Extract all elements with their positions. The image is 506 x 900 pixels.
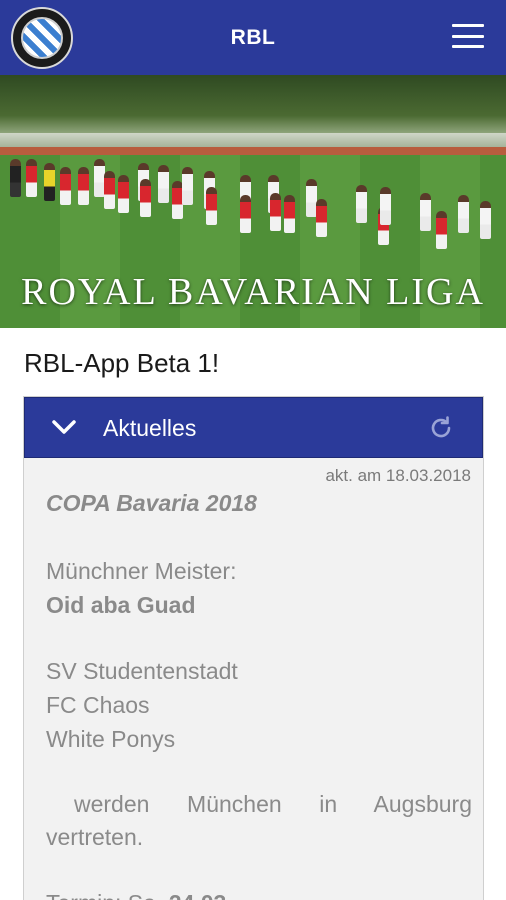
- refresh-icon[interactable]: [428, 415, 454, 441]
- hero-fence: [0, 133, 506, 147]
- player-figure: [458, 195, 469, 233]
- menu-bar: [452, 34, 484, 38]
- player-figure: [436, 211, 447, 249]
- menu-bar: [452, 24, 484, 27]
- player-figure: [118, 175, 129, 213]
- player-figure: [158, 165, 169, 203]
- hero-trees: [0, 75, 506, 133]
- news-paragraph-end: vertreten.: [46, 824, 144, 850]
- crest-emblem: [21, 17, 63, 59]
- player-figure: [140, 179, 151, 217]
- player-figure: [78, 167, 89, 205]
- news-line: SV Studentenstadt: [46, 658, 238, 684]
- news-date-line: Termin: Sa. 24.03.: [46, 890, 233, 900]
- news-line: Oid aba Guad: [46, 592, 196, 618]
- player-figure: [380, 187, 391, 225]
- news-panel: Aktuelles akt. am 18.03.2018 COPA Bavari…: [23, 396, 484, 900]
- player-figure: [284, 195, 295, 233]
- updated-date: akt. am 18.03.2018: [325, 466, 471, 485]
- club-crest-icon[interactable]: [11, 7, 73, 69]
- page-title: RBL-App Beta 1!: [24, 348, 220, 378]
- hero-caption: ROYAL BAVARIAN LIGA: [21, 271, 485, 313]
- news-paragraph: werden München in Augsburg: [74, 791, 472, 817]
- player-figure: [240, 195, 251, 233]
- player-figure: [104, 171, 115, 209]
- news-line: Münchner Meister:: [46, 558, 237, 584]
- player-figure: [356, 185, 367, 223]
- news-line: White Ponys: [46, 726, 176, 752]
- player-figure: [44, 163, 55, 201]
- app-bar: RBL: [0, 0, 506, 75]
- player-figure: [480, 201, 491, 239]
- news-panel-title: Aktuelles: [103, 415, 197, 441]
- player-figure: [206, 187, 217, 225]
- menu-bar: [452, 45, 484, 48]
- player-figure: [182, 167, 193, 205]
- app-title: RBL: [230, 25, 276, 49]
- player-figure: [270, 193, 281, 231]
- news-date-value: 24.03.: [169, 890, 233, 900]
- player-figure: [26, 159, 37, 197]
- player-figure: [316, 199, 327, 237]
- player-figure: [10, 159, 21, 197]
- player-figure: [60, 167, 71, 205]
- player-figure: [420, 193, 431, 231]
- hero-banner: ROYAL BAVARIAN LIGA: [0, 75, 506, 328]
- hero-track: [0, 147, 506, 155]
- news-panel-header[interactable]: Aktuelles: [24, 397, 483, 458]
- chevron-down-icon[interactable]: [51, 418, 77, 436]
- news-date-label: Termin: Sa.: [46, 890, 162, 900]
- news-heading: COPA Bavaria 2018: [46, 490, 257, 516]
- news-line: FC Chaos: [46, 692, 150, 718]
- hamburger-menu-icon[interactable]: [452, 24, 484, 48]
